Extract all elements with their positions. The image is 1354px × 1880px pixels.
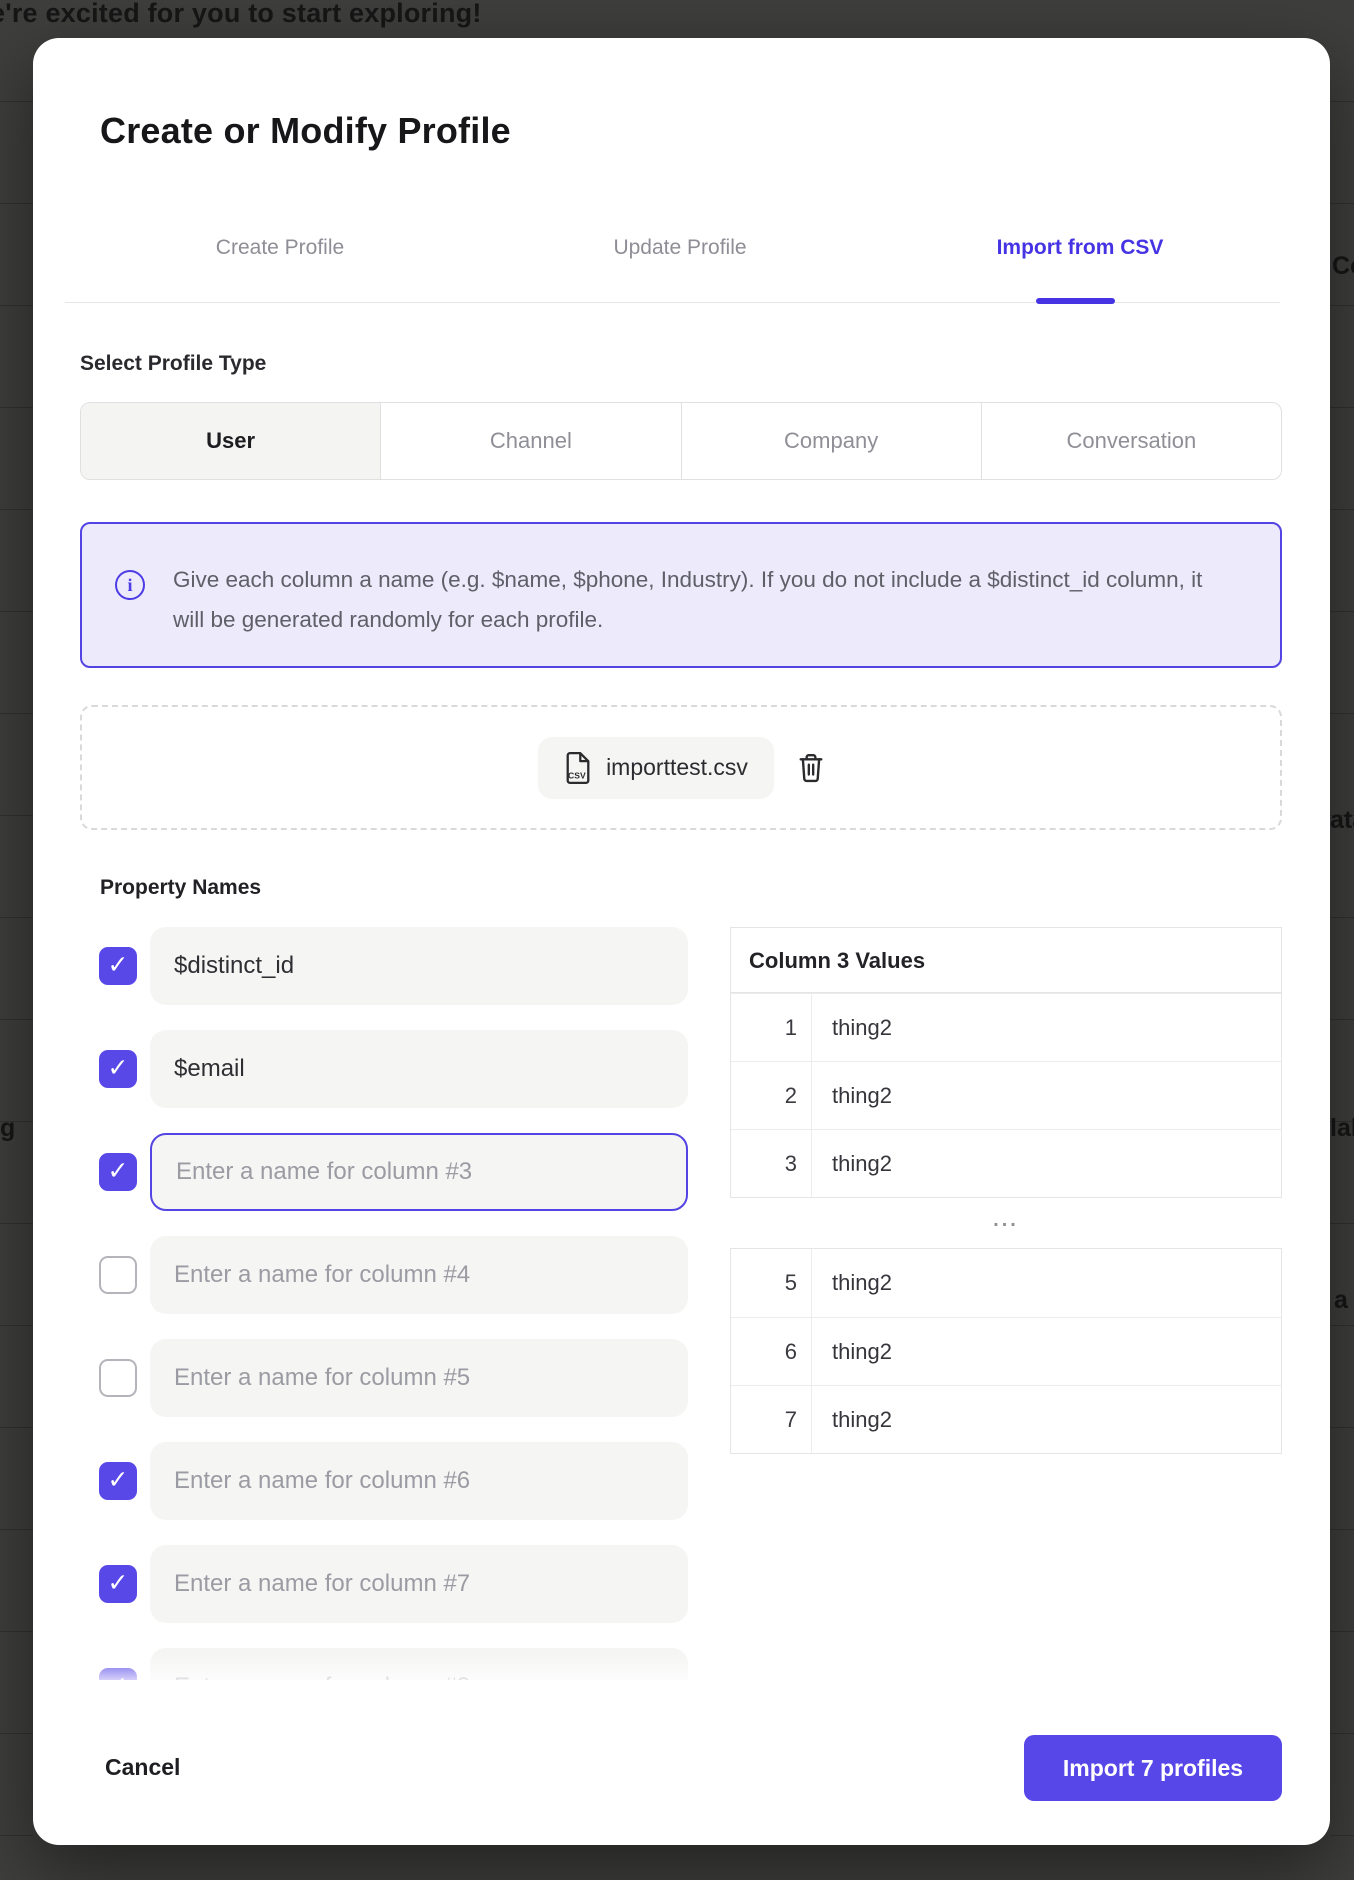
info-callout: i Give each column a name (e.g. $name, $… (80, 522, 1282, 668)
column-4-checkbox[interactable] (99, 1256, 137, 1294)
profile-type-conversation[interactable]: Conversation (982, 403, 1281, 479)
column-1-name-input[interactable] (150, 927, 688, 1005)
tab-create-profile[interactable]: Create Profile (216, 232, 344, 264)
cancel-button[interactable]: Cancel (105, 1754, 180, 1781)
property-names-heading: Property Names (100, 876, 261, 900)
table-row: 1 thing2 (731, 993, 1281, 1061)
uploaded-file-chip: CSV importtest.csv (538, 737, 774, 799)
column-6-checkbox[interactable] (99, 1462, 137, 1500)
row-number: 5 (731, 1249, 812, 1317)
import-profiles-button[interactable]: Import 7 profiles (1024, 1735, 1282, 1801)
column-1-checkbox[interactable] (99, 947, 137, 985)
preview-table-bottom: 5 thing2 6 thing2 7 thing2 (730, 1248, 1282, 1454)
rows-ellipsis: ... (730, 1209, 1282, 1232)
tab-update-profile[interactable]: Update Profile (613, 232, 746, 264)
background-fragment: Col (1332, 252, 1354, 281)
column-4-name-input[interactable] (150, 1236, 688, 1314)
remove-file-button[interactable] (798, 753, 824, 783)
property-row-8 (80, 1648, 740, 1680)
row-number: 2 (731, 1062, 812, 1129)
column-2-checkbox[interactable] (99, 1050, 137, 1088)
profile-type-company[interactable]: Company (682, 403, 982, 479)
row-value: thing2 (812, 1062, 892, 1129)
background-fragment: lab (1330, 1114, 1354, 1143)
column-8-name-input[interactable] (150, 1648, 688, 1680)
property-row-5 (80, 1339, 740, 1417)
row-number: 7 (731, 1386, 812, 1453)
uploaded-filename: importtest.csv (606, 754, 748, 781)
column-6-name-input[interactable] (150, 1442, 688, 1520)
table-row: 7 thing2 (731, 1385, 1281, 1453)
screen: { "background": { "header_text": "e're e… (0, 0, 1354, 1880)
active-tab-underline (1036, 298, 1115, 304)
column-3-checkbox[interactable] (99, 1153, 137, 1191)
profile-type-segmented-control: User Channel Company Conversation (80, 402, 1282, 480)
property-row-7 (80, 1545, 740, 1623)
background-left-strip (0, 0, 33, 1880)
background-header-text: e're excited for you to start exploring! (0, 0, 482, 29)
row-value: thing2 (812, 994, 892, 1061)
background-right-strip (1330, 0, 1354, 1880)
column-7-checkbox[interactable] (99, 1565, 137, 1603)
preview-table-top: Column 3 Values 1 thing2 2 thing2 3 thin… (730, 927, 1282, 1198)
row-number: 3 (731, 1130, 812, 1197)
profile-type-user[interactable]: User (81, 403, 381, 479)
tab-import-from-csv[interactable]: Import from CSV (997, 232, 1164, 264)
background-fragment: ata (1330, 806, 1354, 835)
csv-file-icon: CSV (564, 752, 592, 784)
preview-table-header: Column 3 Values (731, 928, 1281, 993)
column-5-checkbox[interactable] (99, 1359, 137, 1397)
table-row: 5 thing2 (731, 1249, 1281, 1317)
property-row-4 (80, 1236, 740, 1314)
background-fragment: g (0, 1114, 15, 1143)
profile-type-channel[interactable]: Channel (381, 403, 681, 479)
row-value: thing2 (812, 1130, 892, 1197)
row-number: 1 (731, 994, 812, 1061)
column-values-preview: Column 3 Values 1 thing2 2 thing2 3 thin… (730, 927, 1282, 1497)
property-row-2 (80, 1030, 740, 1108)
table-row: 6 thing2 (731, 1317, 1281, 1385)
column-3-name-input[interactable] (152, 1135, 686, 1209)
csv-dropzone[interactable]: CSV importtest.csv (80, 705, 1282, 830)
column-2-name-input[interactable] (150, 1030, 688, 1108)
row-value: thing2 (812, 1249, 892, 1317)
create-or-modify-profile-dialog: Create or Modify Profile Create Profile … (33, 38, 1330, 1845)
property-list (80, 918, 740, 1680)
table-row: 2 thing2 (731, 1061, 1281, 1129)
table-row: 3 thing2 (731, 1129, 1281, 1197)
info-text: Give each column a name (e.g. $name, $ph… (173, 560, 1203, 640)
column-8-checkbox[interactable] (99, 1668, 137, 1680)
row-number: 6 (731, 1318, 812, 1385)
background-fragment: a (1334, 1286, 1348, 1315)
trash-icon (798, 753, 824, 783)
dialog-title: Create or Modify Profile (100, 110, 511, 152)
info-icon: i (115, 570, 145, 600)
row-value: thing2 (812, 1318, 892, 1385)
property-row-1 (80, 927, 740, 1005)
column-5-name-input[interactable] (150, 1339, 688, 1417)
column-7-name-input[interactable] (150, 1545, 688, 1623)
row-value: thing2 (812, 1386, 892, 1453)
select-profile-type-label: Select Profile Type (80, 352, 266, 376)
property-row-6 (80, 1442, 740, 1520)
svg-text:CSV: CSV (568, 770, 586, 780)
property-row-3 (80, 1133, 740, 1211)
